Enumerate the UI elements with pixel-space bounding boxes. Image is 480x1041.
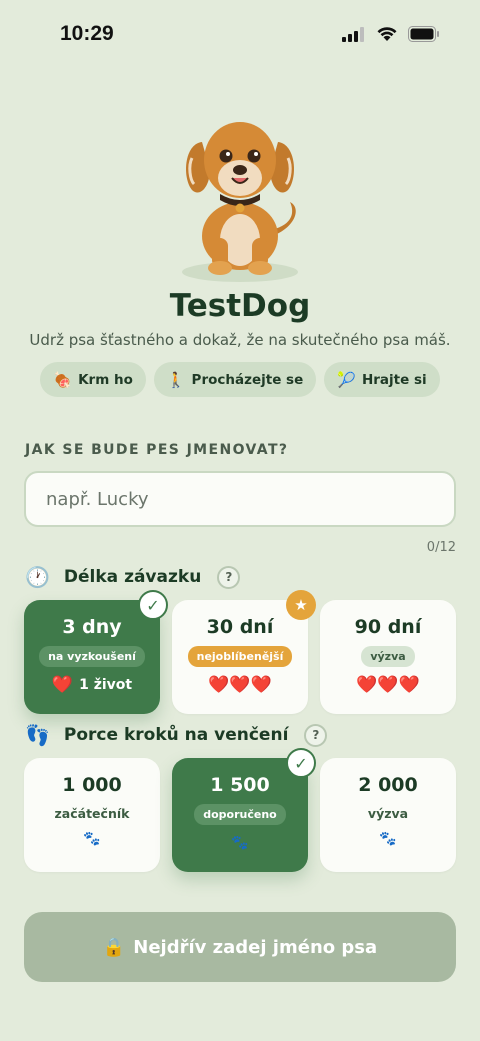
commitment-option-90-days[interactable]: 90 dní výzva ❤️❤️❤️: [320, 600, 456, 714]
battery-icon: [408, 26, 439, 42]
chip-label: Krm ho: [78, 371, 133, 388]
commitment-help-button[interactable]: ?: [217, 565, 241, 589]
paw-icon: 🐾: [83, 831, 101, 847]
check-icon: ✓: [286, 748, 316, 778]
footprints-icon: 👣: [25, 723, 50, 747]
chip-play: 🎾 Hrajte si: [324, 362, 440, 397]
steps-option-2000[interactable]: 2 000 výzva 🐾: [320, 758, 456, 872]
walking-person-icon: 🚶: [166, 370, 186, 389]
option-badge: doporučeno: [194, 804, 286, 825]
chip-label: Hrajte si: [361, 371, 427, 388]
commitment-options: ✓ 3 dny na vyzkoušení ❤️ 1 život ★ 30 dn…: [24, 590, 456, 714]
heart-icon: ❤️❤️❤️: [356, 675, 420, 695]
option-value: 90 dní: [354, 616, 422, 638]
option-hearts: ❤️❤️❤️: [208, 675, 272, 695]
chip-feed: 🍖 Krm ho: [40, 362, 146, 397]
chip-walk: 🚶 Procházejte se: [153, 362, 317, 397]
option-value: 1 000: [62, 774, 122, 796]
heart-icon: ❤️: [51, 675, 74, 695]
option-hearts: ❤️❤️❤️: [356, 675, 420, 695]
paw-icon: 🐾: [231, 835, 249, 851]
status-icons: [342, 26, 440, 42]
star-icon: ★: [286, 590, 316, 620]
option-badge: výzva: [361, 646, 415, 667]
steps-options: 1 000 začátečník 🐾 ✓ 1 500 doporučeno 🐾 …: [24, 748, 456, 872]
commitment-option-30-days[interactable]: ★ 30 dní nejoblíbenější ❤️❤️❤️: [172, 590, 316, 714]
option-label: začátečník: [54, 806, 130, 821]
name-char-count: 0/12: [426, 540, 456, 555]
check-icon: ✓: [138, 590, 168, 620]
app-subtitle: Udrž psa šťastného a dokaž, že na skuteč…: [29, 331, 451, 349]
option-label: výzva: [367, 806, 409, 821]
heart-icon: ❤️❤️❤️: [208, 675, 272, 695]
option-hearts: ❤️ 1 život: [52, 675, 132, 695]
lock-icon: 🔒: [102, 936, 126, 958]
status-bar: 10:29: [0, 0, 480, 70]
dog-illustration: [182, 122, 298, 282]
feature-chips: 🍖 Krm ho 🚶 Procházejte se 🎾 Hrajte si: [0, 362, 480, 397]
steps-option-1000[interactable]: 1 000 začátečník 🐾: [24, 758, 160, 872]
app-title: TestDog: [169, 288, 311, 324]
wifi-icon: [377, 27, 397, 41]
option-value: 30 dní: [206, 616, 274, 638]
option-value: 2 000: [358, 774, 418, 796]
steps-help-button[interactable]: ?: [304, 723, 328, 747]
commitment-title: Délka závazku: [63, 567, 202, 587]
chip-label: Procházejte se: [191, 371, 304, 388]
paw-icon: 🐾: [379, 831, 397, 847]
commitment-option-3-days[interactable]: ✓ 3 dny na vyzkoušení ❤️ 1 život: [24, 590, 168, 714]
dog-name-input[interactable]: [24, 471, 456, 527]
option-badge: na vyzkoušení: [39, 646, 145, 667]
tennis-ball-icon: 🎾: [337, 370, 356, 389]
steps-title: Porce kroků na venčení: [63, 725, 289, 745]
option-badge: nejoblíbenější: [187, 646, 293, 667]
status-time: 10:29: [60, 22, 114, 45]
option-value: 3 dny: [62, 616, 122, 638]
commitment-header: 🕐 Délka závazku ?: [25, 565, 241, 589]
steps-option-1500[interactable]: ✓ 1 500 doporučeno 🐾: [172, 748, 316, 872]
steps-header: 👣 Porce kroků na venčení ?: [25, 723, 328, 747]
submit-button[interactable]: 🔒 Nejdřív zadej jméno psa: [24, 912, 456, 982]
submit-button-label: Nejdřív zadej jméno psa: [133, 936, 378, 958]
clock-icon: 🕐: [25, 565, 50, 589]
lives-label: 1 život: [79, 677, 133, 693]
name-section-label: JAK SE BUDE PES JMENOVAT?: [25, 442, 289, 458]
signal-icon: [342, 26, 364, 42]
meat-icon: 🍖: [53, 370, 73, 389]
option-value: 1 500: [210, 774, 270, 796]
